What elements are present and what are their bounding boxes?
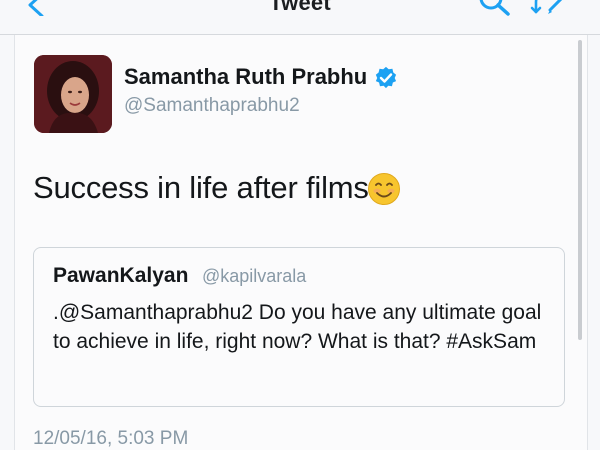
avatar-photo: [34, 55, 112, 133]
quoted-tweet-card[interactable]: PawanKalyan @kapilvarala .@Samanthaprabh…: [33, 247, 565, 407]
quoted-author-name: PawanKalyan: [53, 264, 189, 287]
tweet-timestamp: 12/05/16, 5:03 PM: [33, 428, 189, 449]
compose-reply-icon[interactable]: [530, 0, 570, 22]
avatar[interactable]: [34, 55, 112, 133]
smiling-face-icon: [368, 173, 400, 205]
tweet-text: Success in life after films: [33, 170, 369, 205]
search-icon[interactable]: [474, 0, 514, 22]
verified-badge-icon: [375, 66, 397, 89]
author-display-name[interactable]: Samantha Ruth Prabhu: [124, 64, 367, 90]
quoted-author-username: @kapilvarala: [202, 266, 307, 286]
navigation-bar: Tweet: [0, 0, 600, 35]
scrollbar[interactable]: [578, 40, 582, 340]
author-username[interactable]: @Samanthaprabhu2: [124, 95, 300, 117]
quoted-tweet-text: .@Samanthaprabhu2 Do you have any ultima…: [53, 301, 542, 353]
